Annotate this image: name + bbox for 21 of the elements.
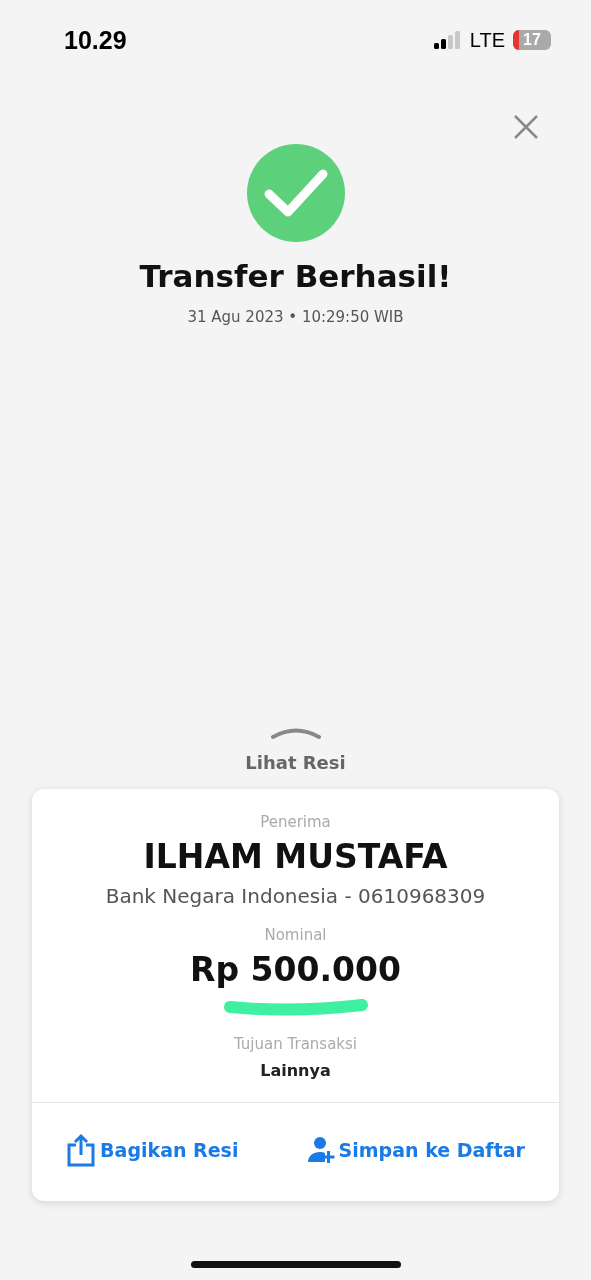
- recipient-name: ILHAM MUSTAFA: [143, 837, 448, 876]
- success-check-icon: [246, 144, 345, 242]
- amount-value: Rp 500.000: [190, 950, 401, 989]
- success-title: Transfer Berhasil!: [139, 258, 452, 294]
- field-value: Lainnya: [260, 1061, 331, 1080]
- transaction-datetime: 31 Agu 2023 • 10:29:50 WIB: [187, 308, 404, 326]
- network-label: LTE: [469, 28, 505, 52]
- share-receipt-button[interactable]: Bagikan Resi: [66, 1133, 239, 1167]
- bank-account: Bank Negara Indonesia - 0610968309: [105, 884, 486, 908]
- field-label: Nominal: [264, 926, 327, 944]
- add-person-icon: [306, 1136, 335, 1164]
- close-button[interactable]: [513, 114, 539, 140]
- save-to-list-button[interactable]: Simpan ke Daftar: [306, 1133, 525, 1167]
- share-icon: [66, 1133, 97, 1167]
- field-label: Penerima: [260, 813, 331, 831]
- chevron-up-icon: [269, 726, 322, 740]
- view-receipt-toggle[interactable]: Lihat Resi: [245, 726, 346, 773]
- field-label: Tujuan Transaksi: [233, 1035, 357, 1053]
- battery-icon: 17: [513, 30, 551, 50]
- status-time: 10.29: [64, 25, 127, 55]
- signal-icon: [433, 31, 462, 49]
